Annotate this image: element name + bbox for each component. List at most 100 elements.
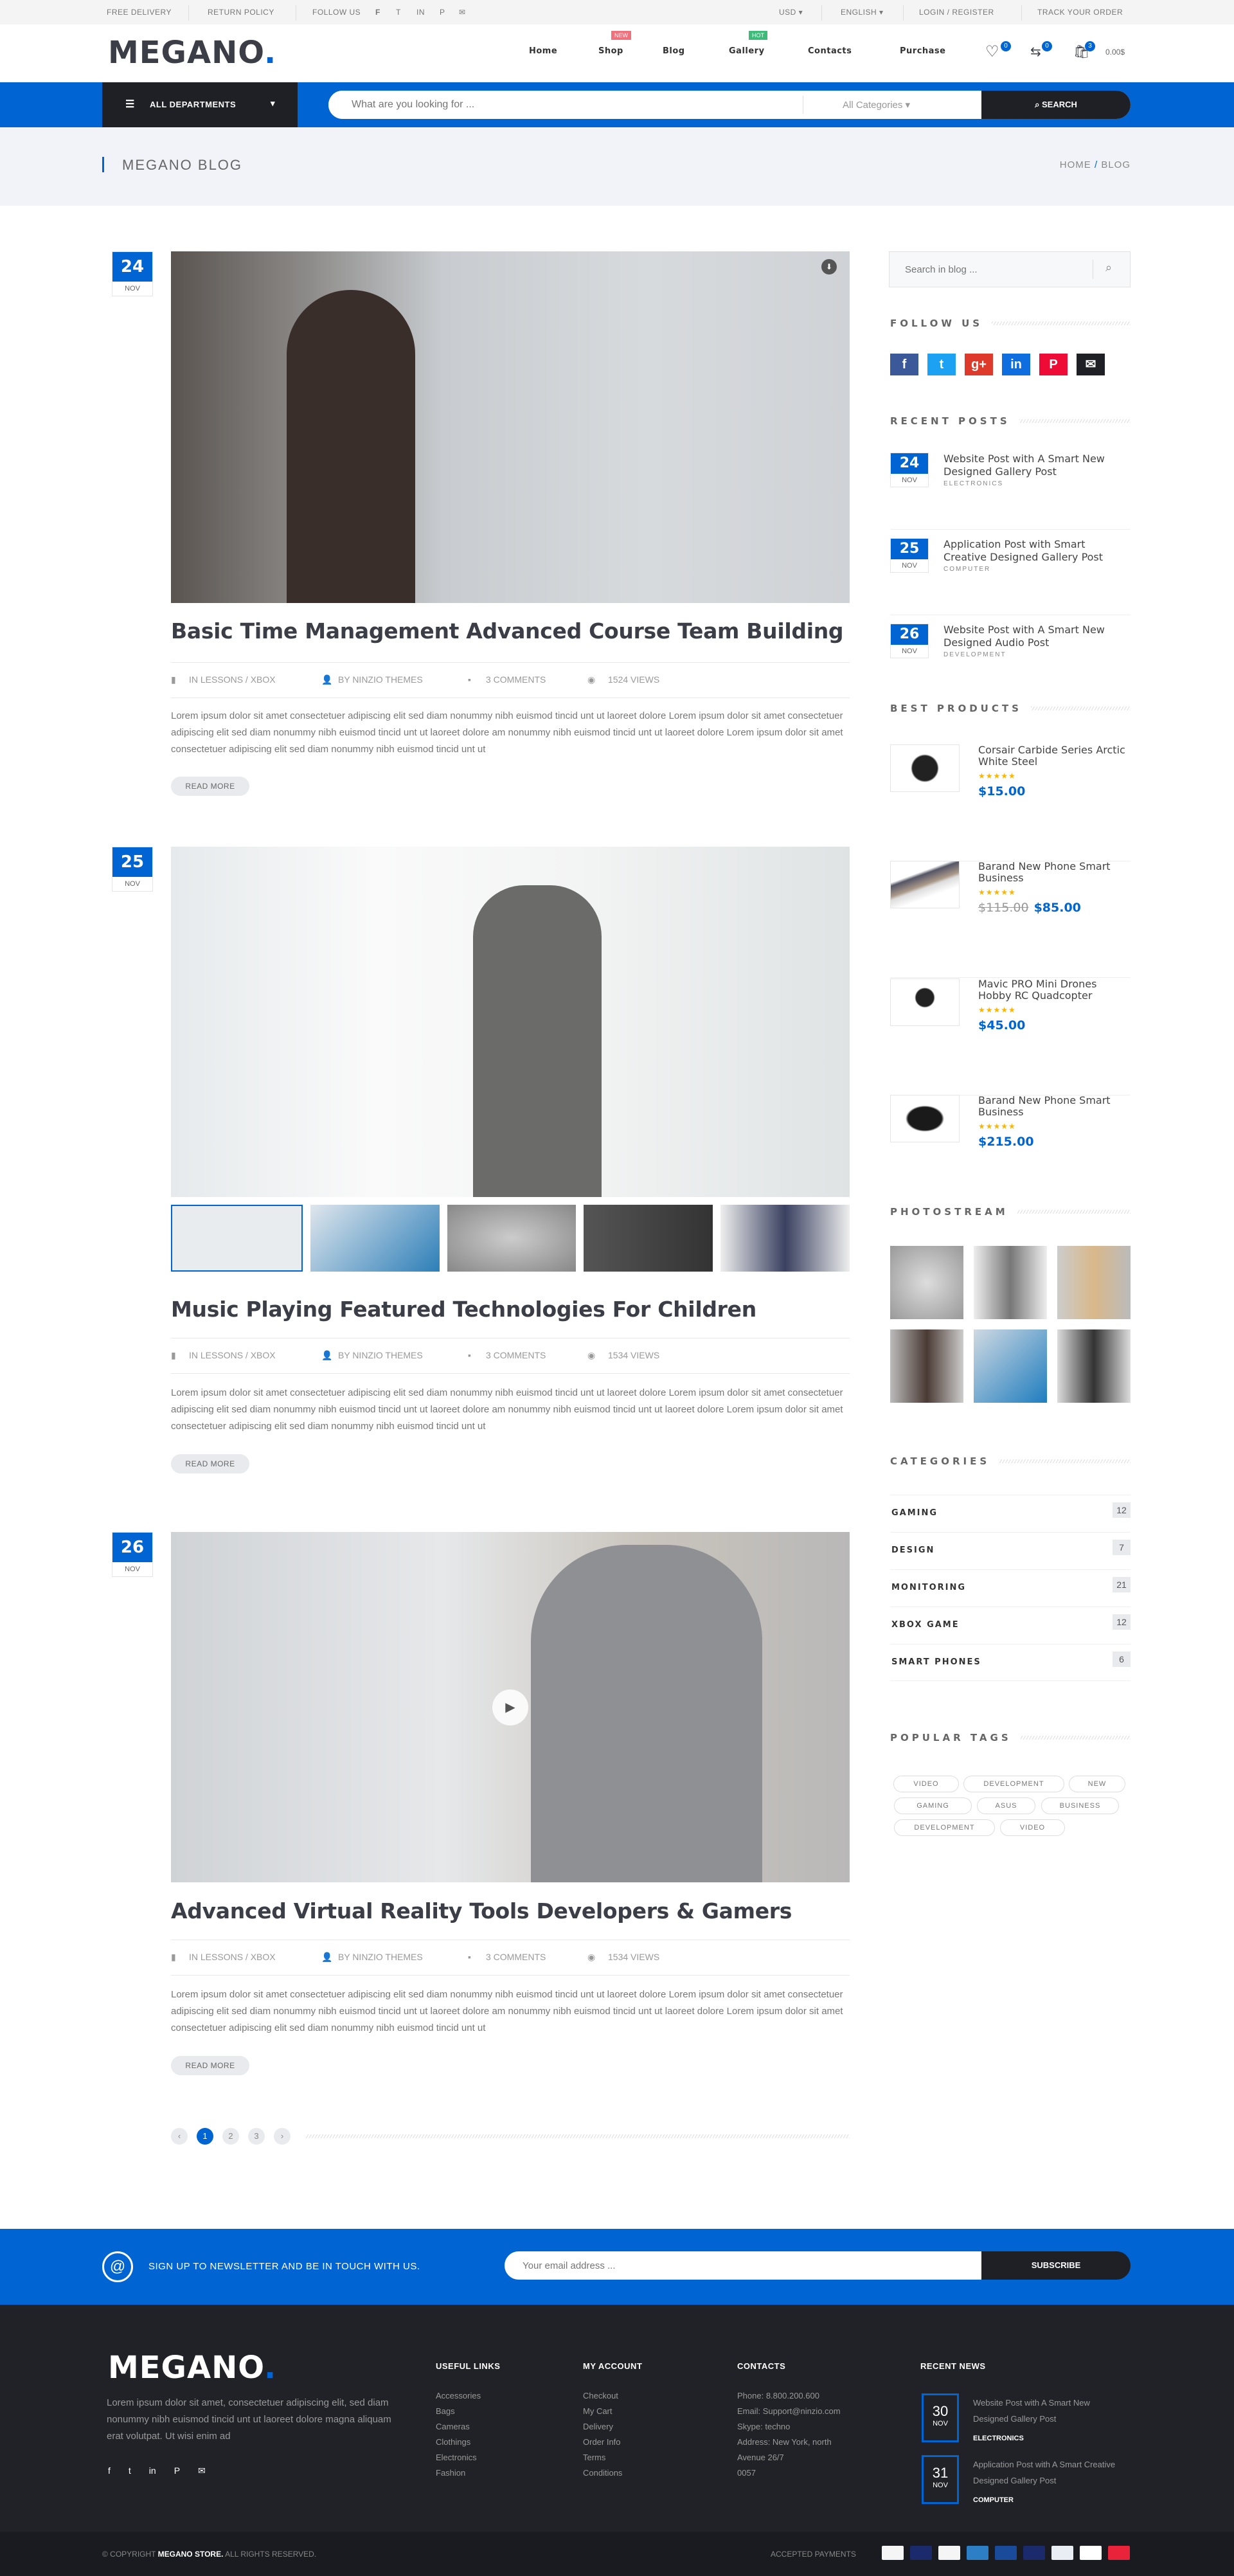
photo-thumb[interactable] [974, 1329, 1047, 1403]
page-3[interactable]: 3 [248, 2128, 265, 2145]
footer-link[interactable]: Delivery [583, 2419, 622, 2435]
category-item[interactable]: Smart Phones 6 [890, 1644, 1131, 1681]
footer-link[interactable]: Terms [583, 2450, 622, 2465]
page-1[interactable]: 1 [197, 2128, 213, 2145]
recent-post[interactable]: 25 NOV Application Post with Smart Creativ… [890, 538, 1131, 615]
search-button[interactable]: ⌕ Search [981, 91, 1131, 119]
play-icon[interactable]: ▶ [492, 1689, 528, 1725]
news-item[interactable]: Website Post with A Smart New Designed G… [973, 2395, 1127, 2447]
page-2[interactable]: 2 [222, 2128, 239, 2145]
footer-link[interactable]: My Cart [583, 2404, 622, 2419]
product-image[interactable] [890, 978, 960, 1026]
search-input[interactable] [328, 91, 803, 119]
email-icon[interactable]: ✉ [459, 8, 466, 17]
linkedin-icon[interactable]: in [416, 8, 425, 17]
language-select[interactable]: English ▾ [841, 8, 884, 17]
post-comments[interactable]: 3 Comments [486, 1952, 546, 1962]
post-title[interactable]: Basic Time Management Advanced Course Te… [171, 618, 844, 644]
login-register-link[interactable]: Login / Register [919, 8, 994, 17]
post-image[interactable] [171, 847, 850, 1197]
post-title[interactable]: Music Playing Featured Technologies For … [171, 1297, 756, 1322]
nav-blog[interactable]: Blog [663, 46, 685, 56]
read-more-button[interactable]: Read More [171, 2056, 249, 2075]
category-select[interactable]: All Categories ▾ [843, 99, 910, 111]
free-delivery-link[interactable]: Free Delivery [107, 8, 172, 17]
facebook-icon[interactable]: f [375, 8, 380, 17]
email-icon[interactable]: ✉ [1077, 354, 1105, 375]
nav-shop[interactable]: Shop [598, 46, 623, 56]
thumbnail[interactable] [584, 1205, 713, 1272]
nav-home[interactable]: Home [529, 46, 557, 56]
read-more-button[interactable]: Read More [171, 777, 249, 796]
next-page-button[interactable]: › [274, 2128, 291, 2145]
product-image[interactable] [890, 861, 960, 908]
logo[interactable]: MEGANO. [108, 35, 276, 71]
pinterest-icon[interactable]: P [1039, 354, 1068, 375]
product-item[interactable]: Corsair Carbide Series Arctic White Stee… [890, 744, 1131, 861]
product-item[interactable]: Barand New Phone Smart Business ★★★★★ $115… [890, 861, 1131, 978]
news-item[interactable]: Application Post with A Smart Creative D… [973, 2456, 1127, 2508]
subscribe-button[interactable]: Subscribe [981, 2251, 1131, 2280]
footer-logo[interactable]: MEGANO. [108, 2350, 276, 2386]
linkedin-icon[interactable]: in [149, 2465, 156, 2476]
product-image[interactable] [890, 744, 960, 792]
thumbnail[interactable] [171, 1205, 303, 1272]
tag[interactable]: Development [894, 1819, 995, 1836]
post-author[interactable]: By Ninzio Themes [338, 1350, 423, 1360]
recent-post[interactable]: 26 NOV Website Post with A Smart New Desig… [890, 624, 1131, 701]
product-image[interactable] [890, 1095, 960, 1142]
facebook-icon[interactable]: f [108, 2465, 111, 2476]
footer-link[interactable]: Checkout [583, 2388, 622, 2404]
post-image[interactable]: ⬇ [171, 251, 850, 603]
email-icon[interactable]: ✉ [198, 2465, 206, 2476]
tag[interactable]: Business [1041, 1797, 1119, 1814]
post-author[interactable]: By Ninzio Themes [338, 1952, 423, 1962]
recent-post[interactable]: 24 NOV Website Post with A Smart New Desig… [890, 453, 1131, 530]
photo-thumb[interactable] [1057, 1329, 1131, 1403]
photo-thumb[interactable] [974, 1246, 1047, 1319]
tag[interactable]: Gaming [894, 1797, 972, 1814]
nav-contacts[interactable]: Contacts [808, 46, 852, 56]
footer-link[interactable]: Clothings [436, 2435, 481, 2450]
post-author[interactable]: By Ninzio Themes [338, 674, 423, 685]
breadcrumb-home[interactable]: Home [1060, 159, 1091, 170]
category-item[interactable]: Design 7 [890, 1532, 1131, 1569]
footer-link[interactable]: Electronics [436, 2450, 481, 2465]
facebook-icon[interactable]: f [890, 354, 918, 375]
read-more-button[interactable]: Read More [171, 1454, 249, 1473]
category-item[interactable]: Monitoring 21 [890, 1569, 1131, 1607]
product-item[interactable]: Barand New Phone Smart Business ★★★★★ $215… [890, 1095, 1131, 1212]
thumbnail[interactable] [447, 1205, 577, 1272]
footer-link[interactable]: Conditions [583, 2465, 622, 2481]
footer-link[interactable]: Order Info [583, 2435, 622, 2450]
post-comments[interactable]: 3 Comments [486, 1350, 546, 1360]
footer-link[interactable]: Accessories [436, 2388, 481, 2404]
return-policy-link[interactable]: Return Policy [208, 8, 274, 17]
all-departments-button[interactable]: ☰ All Departments ▾ [102, 82, 298, 127]
photo-thumb[interactable] [1057, 1246, 1131, 1319]
tag[interactable]: Asus [977, 1797, 1035, 1814]
twitter-icon[interactable]: t [927, 354, 956, 375]
pinterest-icon[interactable]: P [174, 2465, 180, 2476]
tag[interactable]: Development [963, 1776, 1064, 1792]
linkedin-icon[interactable]: in [1002, 354, 1030, 375]
compare-icon[interactable]: ⇆ [1030, 44, 1041, 60]
search-icon[interactable]: ⌕ [1105, 261, 1112, 275]
tag[interactable]: Video [893, 1776, 959, 1792]
category-item[interactable]: Gaming 12 [890, 1495, 1131, 1532]
footer-link[interactable]: Cameras [436, 2419, 481, 2435]
pinterest-icon[interactable]: P [440, 8, 445, 17]
twitter-icon[interactable]: t [129, 2465, 131, 2476]
product-item[interactable]: Mavic PRO Mini Drones Hobby RC Quadcopte… [890, 978, 1131, 1095]
nav-purchase[interactable]: Purchase [900, 46, 945, 56]
google-plus-icon[interactable]: g+ [965, 354, 993, 375]
post-category[interactable]: In Lessons / Xbox [189, 1350, 276, 1360]
post-category[interactable]: In Lessons / Xbox [189, 1952, 276, 1962]
footer-link[interactable]: Fashion [436, 2465, 481, 2481]
track-order-link[interactable]: Track Your Order [1037, 8, 1123, 17]
thumbnail[interactable] [310, 1205, 440, 1272]
footer-link[interactable]: Bags [436, 2404, 481, 2419]
post-category[interactable]: In Lessons / Xbox [189, 674, 276, 685]
photo-thumb[interactable] [890, 1329, 963, 1403]
thumbnail[interactable] [720, 1205, 850, 1272]
